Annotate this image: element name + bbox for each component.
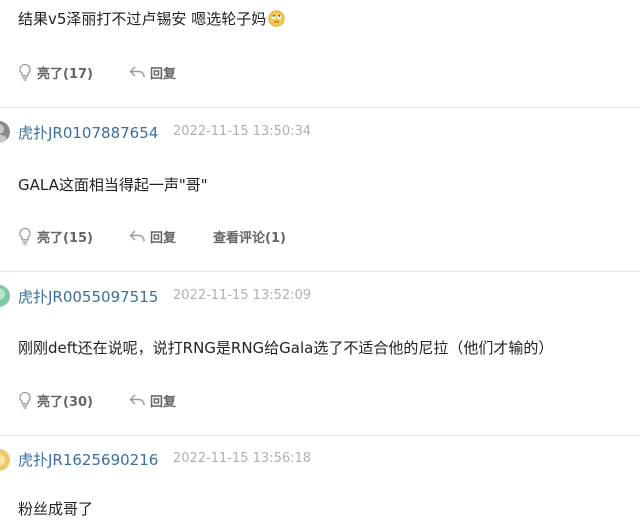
reply-arrow-icon — [129, 230, 145, 242]
like-button[interactable]: 亮了(15) — [17, 227, 129, 246]
reply-label: 回复 — [150, 66, 177, 82]
username-link[interactable]: 虎扑JR0107887654 — [18, 122, 158, 143]
comment-text: GALA这面相当得起一声"哥" — [18, 176, 208, 194]
username-link[interactable]: 虎扑JR0055097515 — [18, 286, 158, 307]
rolling-eyes-emoji-icon — [268, 10, 285, 31]
comment-timestamp: 2022-11-15 13:56:18 — [173, 451, 312, 466]
comment-timestamp: 2022-11-15 13:52:09 — [173, 288, 312, 303]
comment-divider — [0, 435, 640, 436]
comment-divider — [0, 107, 640, 108]
lightbulb-icon — [19, 63, 31, 81]
comment-actions: 亮了(17) 回复 — [17, 61, 213, 83]
reply-arrow-icon — [129, 66, 145, 78]
like-count: 亮了(15) — [37, 230, 93, 246]
lightbulb-icon — [19, 227, 31, 245]
reply-label: 回复 — [150, 230, 177, 246]
comment-actions: 亮了(15) 回复 查看评论(1) — [17, 225, 286, 247]
reply-button[interactable]: 回复 — [129, 227, 213, 246]
avatar[interactable] — [0, 285, 10, 307]
comment-timestamp: 2022-11-15 13:50:34 — [173, 124, 312, 139]
comment-actions: 亮了(30) 回复 — [17, 389, 213, 411]
reply-button[interactable]: 回复 — [129, 63, 213, 82]
lightbulb-icon — [19, 391, 31, 409]
view-replies-label: 查看评论(1) — [213, 230, 286, 246]
reply-arrow-icon — [129, 394, 145, 406]
avatar[interactable] — [0, 121, 10, 143]
reply-button[interactable]: 回复 — [129, 391, 213, 410]
like-button[interactable]: 亮了(30) — [17, 391, 129, 410]
like-count: 亮了(17) — [37, 66, 93, 82]
comment-text: 结果v5泽丽打不过卢锡安 嗯选轮子妈 — [18, 8, 285, 31]
like-button[interactable]: 亮了(17) — [17, 63, 129, 82]
avatar[interactable] — [0, 449, 10, 471]
username-link[interactable]: 虎扑JR1625690216 — [18, 449, 158, 470]
comment-divider — [0, 271, 640, 272]
comment-text: 粉丝成哥了 — [18, 500, 94, 518]
view-replies-button[interactable]: 查看评论(1) — [213, 227, 286, 246]
reply-label: 回复 — [150, 394, 177, 410]
like-count: 亮了(30) — [37, 394, 93, 410]
comment-text: 刚刚deft还在说呢，说打RNG是RNG给Gala选了不适合他的尼拉（他们才输的… — [18, 339, 554, 357]
